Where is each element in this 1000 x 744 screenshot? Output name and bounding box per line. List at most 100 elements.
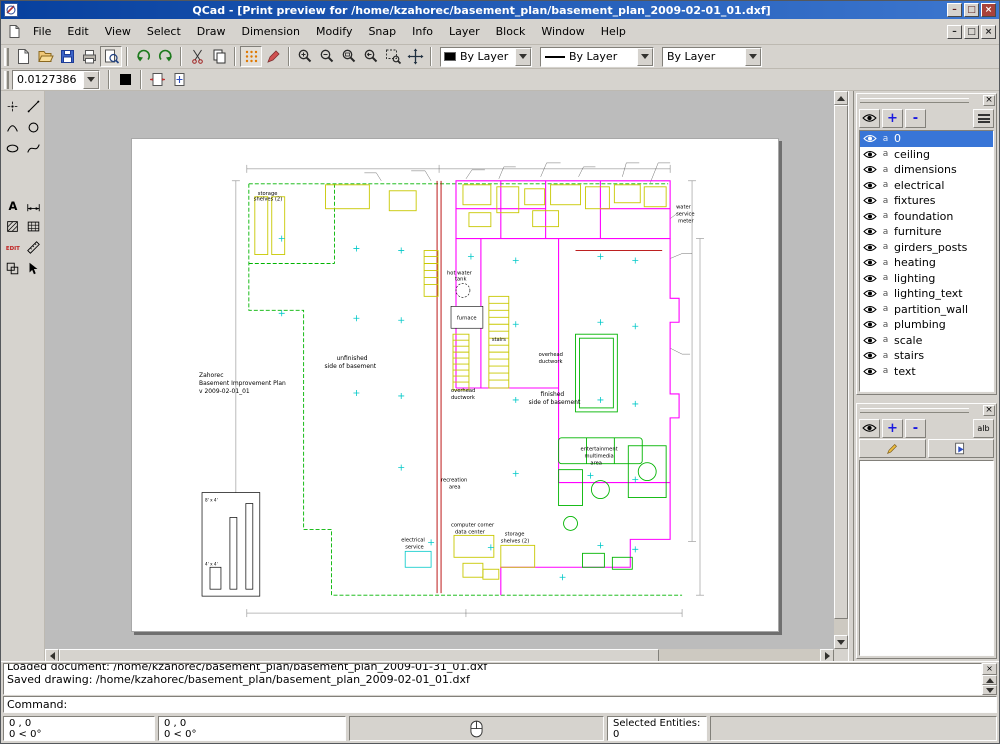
dock-grip[interactable] xyxy=(860,408,969,413)
layer-visibility-eye-icon[interactable] xyxy=(863,212,877,221)
layer-row[interactable]: a lighting_text xyxy=(860,286,993,302)
command-scrollbar[interactable] xyxy=(982,675,997,695)
layer-row[interactable]: a plumbing xyxy=(860,317,993,333)
print-button[interactable] xyxy=(78,46,100,67)
layer-visibility-eye-icon[interactable] xyxy=(863,305,877,314)
combo-dropdown-button[interactable] xyxy=(637,48,653,66)
drawing-canvas[interactable]: storage shelves (2) hot water tank furna… xyxy=(45,91,834,649)
measure-tool-button[interactable] xyxy=(24,238,43,257)
line-tool-button[interactable] xyxy=(24,97,43,116)
menu-item[interactable]: Info xyxy=(404,21,441,42)
layer-visibility-eye-icon[interactable] xyxy=(863,150,877,159)
layer-visibility-eye-icon[interactable] xyxy=(863,134,877,143)
mdi-close-button[interactable]: × xyxy=(981,25,996,39)
ellipse-tool-button[interactable] xyxy=(3,139,22,158)
dock-grip[interactable] xyxy=(860,98,969,103)
layer-visibility-eye-icon[interactable] xyxy=(863,367,877,376)
scroll-right-button[interactable] xyxy=(820,649,834,661)
hatch-tool-button[interactable] xyxy=(3,217,22,236)
layer-row[interactable]: a lighting xyxy=(860,271,993,287)
edit-block-button[interactable] xyxy=(859,439,926,458)
layer-visibility-eye-icon[interactable] xyxy=(863,289,877,298)
select-tool-button[interactable] xyxy=(24,259,43,278)
scroll-up-button[interactable] xyxy=(982,675,997,685)
layer-row[interactable]: a text xyxy=(860,364,993,380)
vertical-scrollbar[interactable] xyxy=(834,91,848,649)
menu-item[interactable]: Layer xyxy=(441,21,488,42)
scroll-up-button[interactable] xyxy=(834,91,848,105)
layer-visibility-eye-icon[interactable] xyxy=(863,165,877,174)
layer-row[interactable]: a electrical xyxy=(860,178,993,194)
layer-visibility-eye-icon[interactable] xyxy=(863,336,877,345)
layer-visibility-eye-icon[interactable] xyxy=(863,274,877,283)
layer-visibility-eye-icon[interactable] xyxy=(863,258,877,267)
remove-layer-button[interactable]: - xyxy=(905,109,926,128)
minimize-button[interactable]: – xyxy=(947,3,962,17)
arc-tool-button[interactable] xyxy=(3,118,22,137)
center-to-page-button[interactable] xyxy=(168,69,190,90)
menu-item[interactable]: Modify xyxy=(308,21,360,42)
layer-panel-close-button[interactable]: × xyxy=(983,95,995,106)
layer-visibility-eye-icon[interactable] xyxy=(863,351,877,360)
layer-visibility-eye-icon[interactable] xyxy=(863,243,877,252)
save-button[interactable] xyxy=(56,46,78,67)
image-tool-button[interactable] xyxy=(24,217,43,236)
undo-button[interactable] xyxy=(132,46,154,67)
insert-block-button[interactable] xyxy=(928,439,995,458)
layer-row[interactable]: a scale xyxy=(860,333,993,349)
layer-menu-button[interactable] xyxy=(973,109,994,128)
menu-item[interactable]: Block xyxy=(488,21,534,42)
fit-to-page-button[interactable] xyxy=(146,69,168,90)
command-dock-close-button[interactable]: × xyxy=(982,663,997,675)
cut-button[interactable] xyxy=(186,46,208,67)
layer-row[interactable]: a 0 xyxy=(860,131,993,147)
layer-visibility-eye-icon[interactable] xyxy=(863,320,877,329)
zoom-in-button[interactable] xyxy=(294,46,316,67)
line-width-combo[interactable]: By Layer xyxy=(540,47,654,67)
vertical-scroll-thumb[interactable] xyxy=(834,105,848,619)
line-style-combo[interactable]: By Layer xyxy=(662,47,762,67)
menu-item[interactable]: Dimension xyxy=(234,21,308,42)
layer-visibility-eye-icon[interactable] xyxy=(863,196,877,205)
auto-zoom-button[interactable] xyxy=(338,46,360,67)
layer-visibility-eye-icon[interactable] xyxy=(863,181,877,190)
block-list[interactable] xyxy=(859,460,994,656)
black-white-toggle-button[interactable] xyxy=(114,69,136,90)
layer-row[interactable]: a partition_wall xyxy=(860,302,993,318)
mdi-restore-button[interactable]: □ xyxy=(964,25,979,39)
combo-dropdown-button[interactable] xyxy=(83,71,99,89)
menu-item[interactable]: Help xyxy=(593,21,634,42)
spline-tool-button[interactable] xyxy=(24,139,43,158)
add-layer-button[interactable]: + xyxy=(882,109,903,128)
scroll-down-button[interactable] xyxy=(834,635,848,649)
menu-item[interactable]: Select xyxy=(139,21,189,42)
menu-item[interactable]: Draw xyxy=(189,21,234,42)
block-tool-button[interactable] xyxy=(3,259,22,278)
point-tool-button[interactable] xyxy=(3,97,22,116)
remove-block-button[interactable]: - xyxy=(905,419,926,438)
combo-dropdown-button[interactable] xyxy=(515,48,531,66)
scale-combo[interactable]: 0.0127386 xyxy=(12,70,100,90)
open-button[interactable] xyxy=(34,46,56,67)
draft-mode-button[interactable] xyxy=(262,46,284,67)
new-button[interactable] xyxy=(12,46,34,67)
redo-button[interactable] xyxy=(154,46,176,67)
add-block-button[interactable]: + xyxy=(882,419,903,438)
menu-item[interactable]: View xyxy=(97,21,139,42)
window-zoom-button[interactable] xyxy=(382,46,404,67)
scroll-down-button[interactable] xyxy=(982,685,997,695)
menu-item[interactable]: Snap xyxy=(360,21,404,42)
layer-row[interactable]: a furniture xyxy=(860,224,993,240)
layer-row[interactable]: a girders_posts xyxy=(860,240,993,256)
copy-button[interactable] xyxy=(208,46,230,67)
layer-visibility-eye-icon[interactable] xyxy=(863,227,877,236)
combo-dropdown-button[interactable] xyxy=(745,48,761,66)
text-tool-button[interactable]: A xyxy=(3,196,22,215)
block-panel-close-button[interactable]: × xyxy=(983,405,995,416)
toolbar-handle[interactable] xyxy=(4,71,9,89)
menu-item[interactable]: Edit xyxy=(59,21,96,42)
dimension-tool-button[interactable] xyxy=(24,196,43,215)
layer-row[interactable]: a dimensions xyxy=(860,162,993,178)
toolbar-handle[interactable] xyxy=(4,48,9,66)
print-preview-button[interactable] xyxy=(100,46,122,67)
